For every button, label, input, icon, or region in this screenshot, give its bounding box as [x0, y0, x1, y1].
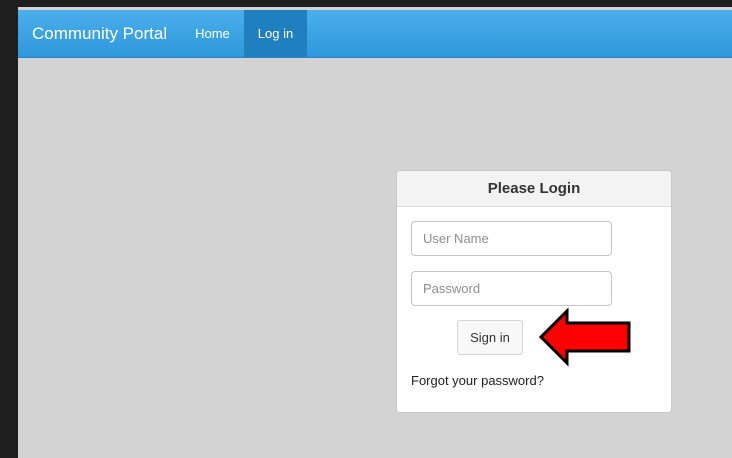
login-panel-title: Please Login	[397, 171, 671, 207]
login-panel: Please Login Sign in Forgot your passwor…	[396, 170, 672, 413]
password-input[interactable]	[411, 271, 612, 306]
browser-viewport: Community Portal Home Log in Please Logi…	[18, 7, 732, 458]
nav-home-link[interactable]: Home	[181, 10, 244, 57]
brand-link[interactable]: Community Portal	[18, 10, 181, 57]
top-navbar: Community Portal Home Log in	[18, 10, 732, 58]
forgot-password-link[interactable]: Forgot your password?	[411, 373, 544, 388]
sign-in-button[interactable]: Sign in	[457, 320, 523, 355]
username-input[interactable]	[411, 221, 612, 256]
nav-login-link[interactable]: Log in	[243, 10, 308, 57]
red-arrow-icon	[538, 307, 631, 367]
